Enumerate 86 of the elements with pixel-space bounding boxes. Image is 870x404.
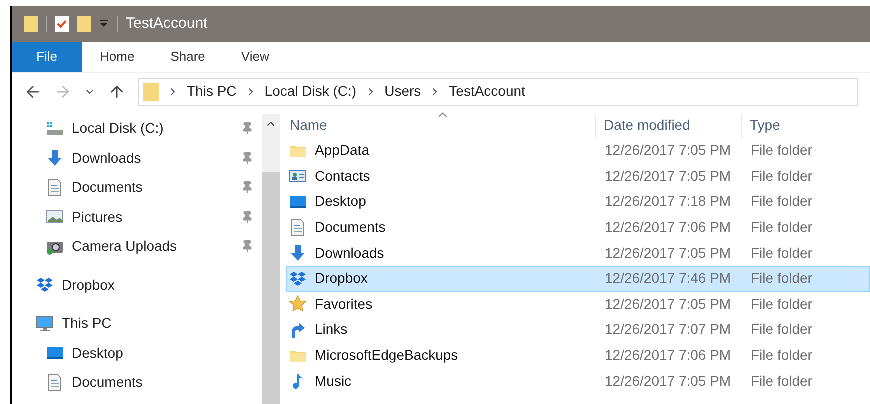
- pin-icon[interactable]: [241, 210, 254, 224]
- dropdown-icon[interactable]: [99, 19, 109, 29]
- window-title: TestAccount: [126, 14, 208, 34]
- file-name: Dropbox: [315, 269, 368, 288]
- pin-icon[interactable]: [241, 122, 254, 136]
- folder-icon[interactable]: [24, 15, 38, 33]
- document-icon: [46, 178, 64, 197]
- file-name: Downloads: [315, 244, 384, 263]
- breadcrumb[interactable]: Local Disk (C:): [264, 81, 357, 102]
- nav-item[interactable]: Local Disk (C:): [46, 114, 254, 144]
- file-name: Contacts: [315, 166, 370, 186]
- breadcrumb[interactable]: This PC: [187, 81, 237, 102]
- date-cell-text: 12/26/2017 7:05 PM: [604, 166, 732, 186]
- nav-item[interactable]: Desktop: [46, 338, 254, 368]
- type-cell-text: File folder: [750, 166, 812, 186]
- file-name: Music: [315, 372, 352, 391]
- date-cell-text: 12/26/2017 7:05 PM: [604, 244, 732, 263]
- computer-icon: [36, 314, 54, 333]
- file-name: Links: [315, 320, 348, 340]
- ribbon-tab[interactable]: View: [223, 42, 288, 72]
- date-cell-text: 12/26/2017 7:05 PM: [604, 141, 732, 160]
- folder-icon[interactable]: [77, 15, 91, 33]
- column-header[interactable]: Type: [742, 115, 780, 138]
- document-icon: [46, 374, 64, 392]
- type-cell-text: File folder: [750, 218, 812, 238]
- type-cell-text: File folder: [750, 294, 812, 314]
- date-cell-text: 12/26/2017 7:18 PM: [604, 192, 732, 212]
- file-name: AppData: [315, 141, 370, 160]
- type-cell-text: File folder: [750, 372, 812, 391]
- type-cell-text: File folder: [750, 141, 812, 160]
- ribbon-tab[interactable]: Share: [152, 42, 224, 72]
- date-cell-text: 12/26/2017 7:05 PM: [604, 294, 732, 314]
- nav-item[interactable]: Downloads: [46, 144, 254, 173]
- pin-icon[interactable]: [241, 181, 254, 194]
- nav-item[interactable]: Dropbox: [36, 270, 254, 300]
- box-icon: [289, 270, 307, 288]
- landscape-icon: [46, 208, 64, 226]
- type-cell-text: File folder: [750, 244, 812, 263]
- nav-item[interactable]: Pictures: [46, 202, 254, 232]
- ribbon-tab[interactable]: File: [12, 42, 82, 72]
- date-cell-text: 12/26/2017 7:06 PM: [604, 346, 732, 366]
- address-bar[interactable]: This PC Local Disk (C:) Users TestAccount: [138, 78, 858, 106]
- file-name: Documents: [315, 218, 386, 238]
- down-arrow-icon: [289, 244, 307, 262]
- file-row[interactable]: Music 12/26/2017 7:05 PM File folder: [286, 368, 870, 394]
- file-row[interactable]: Downloads 12/26/2017 7:05 PM File folder: [286, 240, 870, 266]
- file-row[interactable]: AppData 12/26/2017 7:05 PM File folder: [286, 138, 870, 164]
- type-cell-text: File folder: [750, 192, 812, 212]
- date-cell-text: 12/26/2017 7:07 PM: [604, 320, 732, 340]
- column-header[interactable]: Date modified: [596, 115, 742, 138]
- type-cell-text: File folder: [750, 346, 812, 366]
- drive-icon: [46, 120, 64, 138]
- file-row[interactable]: Links 12/26/2017 7:07 PM File folder: [286, 317, 870, 343]
- pin-icon[interactable]: [241, 240, 254, 254]
- star-icon: [289, 295, 307, 314]
- file-row[interactable]: Documents 12/26/2017 7:06 PM File folder: [286, 214, 870, 240]
- nav-item[interactable]: Documents: [46, 173, 254, 202]
- nav-item[interactable]: This PC: [36, 309, 254, 338]
- file-row[interactable]: Dropbox 12/26/2017 7:46 PM File folder: [286, 266, 870, 292]
- folder-icon: [143, 82, 159, 102]
- type-cell-text: File folder: [750, 320, 812, 340]
- date-cell-text: 12/26/2017 7:46 PM: [604, 269, 732, 288]
- file-row[interactable]: MicrosoftEdgeBackups 12/26/2017 7:06 PM File folder: [286, 342, 870, 368]
- nav-item[interactable]: Documents: [46, 368, 254, 398]
- document-icon: [289, 218, 307, 237]
- date-cell-text: 12/26/2017 7:06 PM: [604, 218, 732, 238]
- date-cell-text: 12/26/2017 7:05 PM: [604, 372, 732, 391]
- scrollbar[interactable]: [262, 114, 280, 404]
- file-row[interactable]: Favorites 12/26/2017 7:05 PM File folder: [286, 292, 870, 318]
- file-row[interactable]: Contacts 12/26/2017 7:05 PM File folder: [286, 164, 870, 190]
- column-header[interactable]: Name: [286, 115, 596, 138]
- checklist-icon[interactable]: [55, 15, 69, 33]
- down-arrow-icon: [46, 149, 64, 168]
- ribbon-tab[interactable]: Home: [82, 42, 153, 72]
- file-name: MicrosoftEdgeBackups: [315, 346, 458, 366]
- box-icon: [36, 276, 54, 294]
- type-cell-text: File folder: [750, 269, 812, 288]
- file-name: Desktop: [315, 192, 366, 212]
- nav-item[interactable]: Camera Uploads: [46, 232, 254, 262]
- breadcrumb[interactable]: Users: [384, 81, 422, 102]
- file-row[interactable]: Desktop 12/26/2017 7:18 PM File folder: [286, 189, 870, 215]
- scrollbar-thumb[interactable]: [262, 172, 280, 404]
- curved-arrow-icon: [289, 320, 307, 339]
- breadcrumb[interactable]: TestAccount: [449, 81, 526, 102]
- file-name: Favorites: [315, 294, 373, 314]
- pin-icon[interactable]: [241, 152, 254, 165]
